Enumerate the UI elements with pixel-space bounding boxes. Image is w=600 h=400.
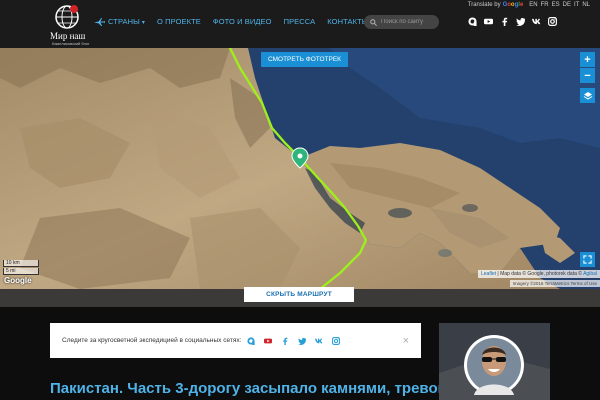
layers-button[interactable]	[580, 88, 595, 103]
follow-text: Следите за кругосветной экспедицией в со…	[62, 337, 242, 344]
lang-en[interactable]: EN	[529, 2, 537, 8]
map-attribution: Leaflet | Map data © Google, photorek da…	[478, 270, 600, 278]
nav-item-photo-video[interactable]: ФОТО И ВИДЕО	[213, 17, 272, 26]
globe-logo-icon	[55, 5, 79, 29]
scale-mi: 5 mi	[3, 268, 39, 275]
site-header: Мир наш Камеликовский блог СТРАНЫ ▾ О ПРО…	[0, 0, 600, 48]
lang-de[interactable]: DE	[563, 2, 571, 8]
translate-prefix: Translate by	[467, 2, 501, 8]
nav-item-countries[interactable]: СТРАНЫ ▾	[108, 17, 145, 26]
youtube-icon[interactable]	[484, 17, 493, 26]
header-socials	[468, 17, 564, 26]
vk-icon[interactable]	[315, 337, 323, 345]
google-logo: Google	[4, 276, 32, 285]
translate-bar: Translate by Google EN FR ES DE IT NL	[468, 2, 590, 8]
avatar	[439, 323, 550, 400]
lang-fr[interactable]: FR	[541, 2, 549, 8]
fullscreen-button[interactable]	[580, 252, 595, 267]
leaflet-link[interactable]: Leaflet	[481, 271, 496, 277]
fullscreen-icon	[583, 255, 592, 264]
article-headline[interactable]: Пакистан. Часть 3-дорогу засыпало камням…	[50, 380, 473, 397]
zoom-controls: + −	[580, 52, 595, 84]
logo-name: Мир наш	[50, 31, 86, 41]
main-nav: СТРАНЫ ▾ О ПРОЕКТЕ ФОТО И ВИДЕО ПРЕССА КО…	[94, 17, 381, 26]
twitter-icon[interactable]	[516, 17, 525, 26]
lang-it[interactable]: IT	[574, 2, 579, 8]
google-translate-logo[interactable]: Google	[503, 2, 524, 8]
social-follow-bar: Следите за кругосветной экспедицией в со…	[50, 323, 421, 358]
nav-item-contacts[interactable]: КОНТАКТЫ	[327, 17, 368, 26]
facebook-icon[interactable]	[500, 17, 509, 26]
zoom-out-button[interactable]: −	[580, 68, 595, 83]
imagery-attribution: Imagery ©2016 TerraMetrics Terms of Use	[509, 280, 600, 287]
scale-km: 10 km	[3, 260, 39, 267]
youtube-icon[interactable]	[264, 337, 273, 345]
alternate-icon[interactable]	[247, 336, 256, 345]
facebook-icon[interactable]	[281, 337, 289, 345]
alternate-icon[interactable]	[468, 17, 477, 26]
search-icon	[370, 18, 377, 26]
author-photo[interactable]	[439, 323, 550, 400]
search-box[interactable]	[364, 15, 439, 29]
map-data-text: | Map data © Google, photorek data ©	[497, 271, 582, 277]
view-photo-track-button[interactable]: СМОТРЕТЬ ФОТОТРЕК	[261, 52, 348, 67]
layers-icon	[583, 91, 592, 100]
plane-icon	[94, 17, 105, 26]
logo-subtitle: Камеликовский блог	[52, 41, 90, 46]
satellite-map-image	[0, 48, 600, 289]
instagram-icon[interactable]	[332, 336, 341, 345]
author-link[interactable]: Agibal	[583, 271, 597, 277]
content-area: Следите за кругосветной экспедицией в со…	[0, 307, 600, 400]
chevron-down-icon: ▾	[141, 20, 146, 26]
map-scale: 10 km 5 mi	[3, 260, 39, 276]
route-map[interactable]: СМОТРЕТЬ ФОТОТРЕК + − 10 km 5 mi Google …	[0, 48, 600, 289]
vk-icon[interactable]	[532, 17, 541, 26]
lang-nl[interactable]: NL	[582, 2, 590, 8]
close-icon[interactable]: ×	[403, 335, 409, 347]
instagram-icon[interactable]	[548, 17, 557, 26]
zoom-in-button[interactable]: +	[580, 52, 595, 67]
nav-item-about[interactable]: О ПРОЕКТЕ	[157, 17, 201, 26]
lang-es[interactable]: ES	[552, 2, 560, 8]
site-logo[interactable]: Мир наш Камеликовский блог	[50, 4, 90, 46]
twitter-icon[interactable]	[298, 337, 307, 345]
search-input[interactable]	[381, 19, 437, 25]
nav-item-press[interactable]: ПРЕССА	[284, 17, 316, 26]
hide-route-button[interactable]: СКРЫТЬ МАРШРУТ	[244, 287, 354, 302]
